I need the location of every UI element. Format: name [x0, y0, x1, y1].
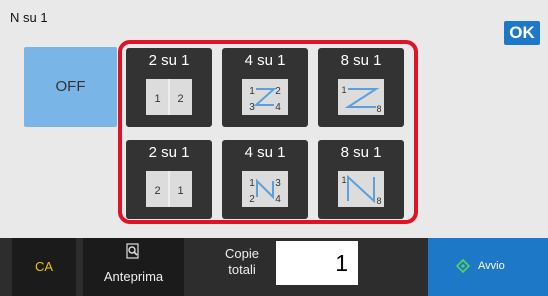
tile-label: 8 su 1: [340, 52, 382, 69]
tile-label: 4 su 1: [244, 52, 286, 69]
off-button[interactable]: OFF: [24, 47, 117, 127]
tile-label: 4 su 1: [244, 144, 286, 161]
tile-label: 2 su 1: [148, 144, 190, 161]
layout-8in1-z-icon: 1 8: [338, 79, 384, 115]
svg-text:1: 1: [177, 185, 183, 197]
tile-8-in-1-n[interactable]: 8 su 1 1 8: [318, 140, 404, 219]
svg-text:3: 3: [275, 178, 281, 189]
n-up-screen: N su 1 OK OFF 2 su 1 1 2 4 su 1 1 2 3 4: [0, 0, 548, 296]
svg-text:2: 2: [249, 194, 255, 205]
preview-label: Anteprima: [103, 269, 164, 284]
start-diamond-icon: [456, 259, 470, 273]
page-num: 2: [177, 93, 183, 105]
tile-label: 8 su 1: [340, 144, 382, 161]
svg-text:1: 1: [249, 86, 255, 97]
layout-4in1-n-icon: 1 3 2 4: [242, 171, 288, 207]
tile-8-in-1-z[interactable]: 8 su 1 1 8: [318, 48, 404, 127]
svg-text:1: 1: [341, 85, 346, 95]
layout-8in1-n-icon: 1 8: [338, 171, 384, 207]
svg-text:4: 4: [275, 102, 281, 113]
tile-label: 2 su 1: [148, 52, 190, 69]
svg-text:2: 2: [154, 185, 160, 197]
svg-text:1: 1: [341, 175, 346, 185]
copies-count-field[interactable]: 1: [276, 241, 358, 285]
copies-line1: Copie: [225, 246, 259, 261]
start-button[interactable]: Avvio: [428, 238, 548, 296]
svg-text:8: 8: [376, 196, 381, 206]
ok-button[interactable]: OK: [504, 21, 540, 45]
tile-4-in-1-n[interactable]: 4 su 1 1 3 2 4: [222, 140, 308, 219]
total-copies-label: Copie totali: [207, 238, 277, 296]
start-label: Avvio: [478, 260, 505, 272]
settings-panel: N su 1 OK OFF 2 su 1 1 2 4 su 1 1 2 3 4: [0, 0, 548, 238]
copies-line2: totali: [228, 262, 256, 277]
page-title: N su 1: [10, 10, 48, 25]
tile-4-in-1-z[interactable]: 4 su 1 1 2 3 4: [222, 48, 308, 127]
tile-2-in-1-reverse[interactable]: 2 su 1 2 1: [126, 140, 212, 219]
preview-button[interactable]: Anteprima: [83, 238, 184, 296]
layout-2in1-horizontal-icon: 1 2: [146, 79, 192, 115]
page-num: 1: [154, 93, 160, 105]
svg-text:1: 1: [249, 178, 255, 189]
ca-button[interactable]: CA: [12, 238, 76, 296]
preview-magnifier-icon: [126, 243, 139, 259]
svg-text:3: 3: [249, 102, 255, 113]
tile-2-in-1-horizontal[interactable]: 2 su 1 1 2: [126, 48, 212, 127]
layout-4in1-z-icon: 1 2 3 4: [242, 79, 288, 115]
svg-text:8: 8: [376, 104, 381, 114]
svg-text:4: 4: [275, 194, 281, 205]
svg-text:2: 2: [275, 86, 281, 97]
layout-2in1-reverse-icon: 2 1: [146, 171, 192, 207]
